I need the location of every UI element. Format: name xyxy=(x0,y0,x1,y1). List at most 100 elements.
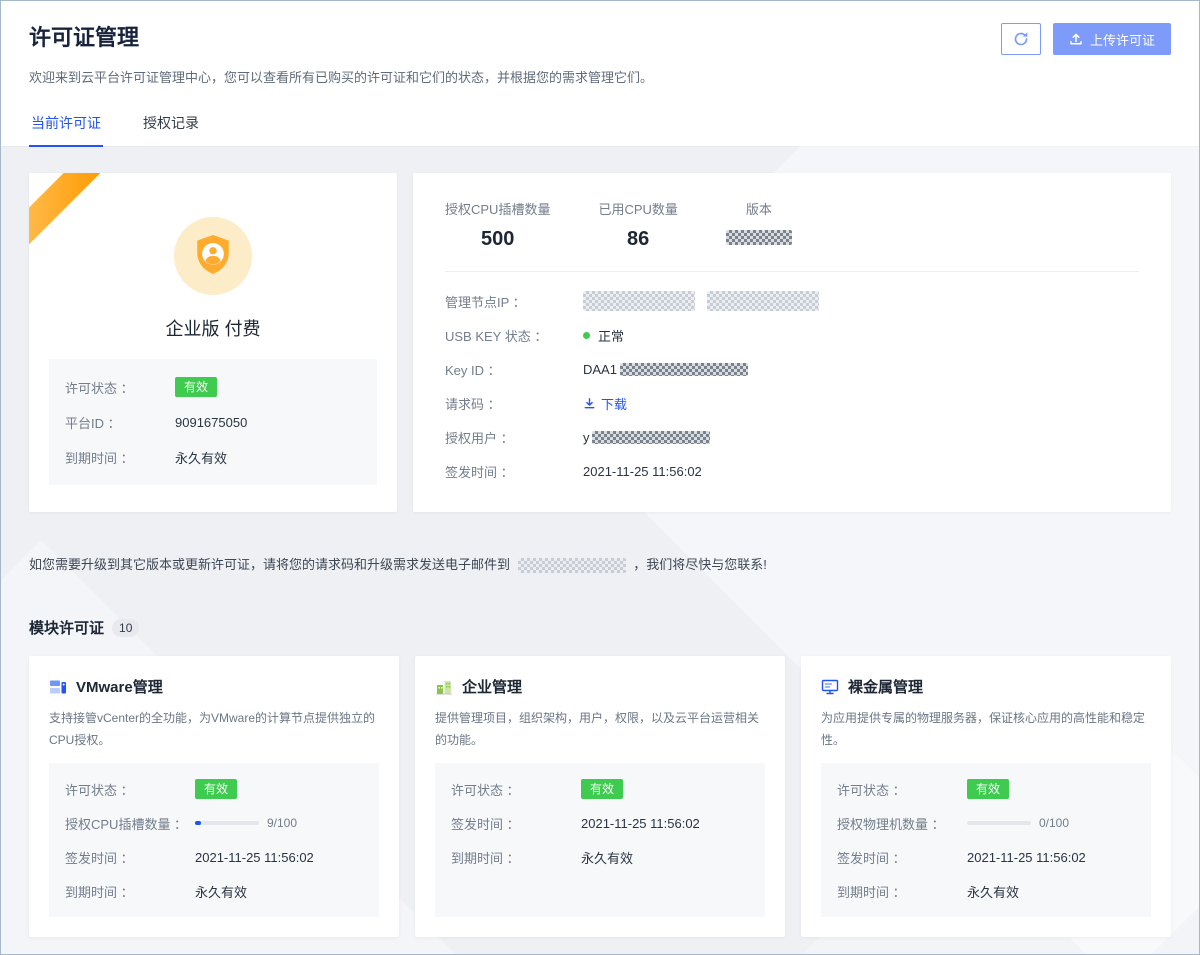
stat-version: 版本 xyxy=(726,199,792,251)
redacted-ip-1 xyxy=(583,291,695,311)
license-management-page: 许可证管理 xyxy=(1,1,1199,954)
platform-id-value: 9091675050 xyxy=(175,415,247,430)
vmware-module-icon xyxy=(49,678,67,696)
module-description: 为应用提供专属的物理服务器，保证核心应用的高性能和稳定性。 xyxy=(821,707,1151,751)
module-description: 支持接管vCenter的全功能，为VMware的计算节点提供独立的CPU授权。 xyxy=(49,707,379,751)
current-license-section: 企业版 付费 许可状态 ： 有效 平台ID ： 9091675050 到期时间 … xyxy=(29,173,1171,512)
license-edition: 企业版 付费 xyxy=(29,315,397,341)
module-status-badge: 有效 xyxy=(195,779,237,799)
upgrade-notice: 如您需要升级到其它版本或更新许可证，请将您的请求码和升级需求发送电子邮件到 ，我… xyxy=(29,554,1171,573)
quota-progress-text: 0/100 xyxy=(1039,816,1069,830)
module-issue-value: 2021-11-25 11:56:02 xyxy=(195,850,314,865)
license-detail-card: 授权CPU插槽数量 500 已用CPU数量 86 版本 管理节点IP ： xyxy=(413,173,1171,512)
module-quota-row: 授权物理机数量 ： 0/100 xyxy=(837,813,1135,833)
download-link-label: 下载 xyxy=(601,394,627,413)
stat-used-cpu-label: 已用CPU数量 xyxy=(598,199,677,218)
module-card-baremetal: 裸金属管理 为应用提供专属的物理服务器，保证核心应用的高性能和稳定性。 许可状态… xyxy=(801,656,1171,937)
download-request-code-link[interactable]: 下载 xyxy=(583,394,627,413)
redacted-key-id xyxy=(620,363,748,376)
quota-progress-text: 9/100 xyxy=(267,816,297,830)
module-status-badge: 有效 xyxy=(581,779,623,799)
module-expire-row: 到期时间 ： 永久有效 xyxy=(837,881,1135,901)
page-title: 许可证管理 xyxy=(29,23,139,53)
tab-authorization-records[interactable]: 授权记录 xyxy=(141,102,201,146)
stat-cpu-slots-label: 授权CPU插槽数量 xyxy=(445,199,550,218)
stat-version-label: 版本 xyxy=(726,199,792,218)
license-detail-rows: 管理节点IP ： USB KEY 状态 ： 正常 Key ID ： DAA1 xyxy=(445,272,1139,488)
module-card-vmware: VMware管理 支持接管vCenter的全功能，为VMware的计算节点提供独… xyxy=(29,656,399,937)
module-issue-value: 2021-11-25 11:56:02 xyxy=(967,850,1086,865)
module-quota-label: 授权物理机数量 ： xyxy=(837,814,967,833)
corner-ribbon xyxy=(29,173,105,250)
module-issue-label: 签发时间 ： xyxy=(65,848,195,867)
key-id-label: Key ID ： xyxy=(445,360,583,379)
module-expire-value: 永久有效 xyxy=(195,882,247,901)
auth-user-prefix: y xyxy=(583,430,590,445)
stat-used-cpu-value: 86 xyxy=(598,228,677,251)
usb-key-status-label: USB KEY 状态 ： xyxy=(445,326,583,345)
upload-license-button[interactable]: 上传许可证 xyxy=(1053,23,1171,55)
module-licenses-title: 模块许可证 xyxy=(29,617,104,638)
module-title: 企业管理 xyxy=(462,676,522,697)
auth-user-row: 授权用户 ： y xyxy=(445,420,1139,454)
usb-key-status-row: USB KEY 状态 ： 正常 xyxy=(445,318,1139,352)
module-status-row: 许可状态 ： 有效 xyxy=(65,779,363,799)
redacted-version-value xyxy=(726,230,792,245)
usb-key-status-value: 正常 xyxy=(598,326,624,345)
module-issue-label: 签发时间 ： xyxy=(837,848,967,867)
module-issue-row: 签发时间 ： 2021-11-25 11:56:02 xyxy=(451,813,749,833)
license-status-label: 许可状态 ： xyxy=(65,378,175,397)
module-status-badge: 有效 xyxy=(967,779,1009,799)
notice-text-after: ，我们将尽快与您联系! xyxy=(633,557,767,572)
management-ip-row: 管理节点IP ： xyxy=(445,284,1139,318)
header-actions: 上传许可证 xyxy=(1001,23,1171,55)
stat-used-cpu: 已用CPU数量 86 xyxy=(598,199,677,251)
issue-time-label: 签发时间 ： xyxy=(445,462,583,481)
license-stats: 授权CPU插槽数量 500 已用CPU数量 86 版本 xyxy=(445,199,1139,272)
module-expire-value: 永久有效 xyxy=(581,848,633,867)
status-dot-icon xyxy=(583,332,590,339)
quota-progress-bar xyxy=(967,821,1031,825)
request-code-label: 请求码 ： xyxy=(445,394,583,413)
expire-time-value: 永久有效 xyxy=(175,448,227,467)
platform-id-label: 平台ID ： xyxy=(65,413,175,432)
platform-id-row: 平台ID ： 9091675050 xyxy=(65,413,361,432)
module-expire-label: 到期时间 ： xyxy=(65,882,195,901)
module-quota-label: 授权CPU插槽数量 ： xyxy=(65,814,195,833)
redacted-auth-user xyxy=(592,431,710,444)
upload-button-label: 上传许可证 xyxy=(1090,30,1155,49)
stat-cpu-slots: 授权CPU插槽数量 500 xyxy=(445,199,550,251)
module-quota-row: 授权CPU插槽数量 ： 9/100 xyxy=(65,813,363,833)
module-issue-row: 签发时间 ： 2021-11-25 11:56:02 xyxy=(837,847,1135,867)
module-expire-row: 到期时间 ： 永久有效 xyxy=(451,847,749,867)
module-card-enterprise: 企业管理 提供管理项目，组织架构，用户，权限，以及云平台运营相关的功能。 许可状… xyxy=(415,656,785,937)
module-licenses-row: VMware管理 支持接管vCenter的全功能，为VMware的计算节点提供独… xyxy=(29,656,1171,937)
module-issue-row: 签发时间 ： 2021-11-25 11:56:02 xyxy=(65,847,363,867)
module-info-box: 许可状态 ： 有效 签发时间 ： 2021-11-25 11:56:02 到期时… xyxy=(435,763,765,917)
license-status-badge: 有效 xyxy=(175,377,217,397)
module-description: 提供管理项目，组织架构，用户，权限，以及云平台运营相关的功能。 xyxy=(435,707,765,751)
enterprise-module-icon xyxy=(435,678,453,696)
module-issue-value: 2021-11-25 11:56:02 xyxy=(581,816,700,831)
issue-time-row: 签发时间 ： 2021-11-25 11:56:02 xyxy=(445,454,1139,488)
tab-current-license[interactable]: 当前许可证 xyxy=(29,102,103,146)
module-status-row: 许可状态 ： 有效 xyxy=(837,779,1135,799)
license-summary-info: 许可状态 ： 有效 平台ID ： 9091675050 到期时间 ： 永久有效 xyxy=(49,359,377,485)
license-status-row: 许可状态 ： 有效 xyxy=(65,377,361,397)
module-count-badge: 10 xyxy=(112,619,139,637)
module-info-box: 许可状态 ： 有效 授权物理机数量 ： 0/100 签发时间 ： 2021-11… xyxy=(821,763,1151,917)
module-expire-label: 到期时间 ： xyxy=(837,882,967,901)
module-expire-row: 到期时间 ： 永久有效 xyxy=(65,881,363,901)
module-expire-label: 到期时间 ： xyxy=(451,848,581,867)
stat-cpu-slots-value: 500 xyxy=(445,228,550,251)
license-summary-card: 企业版 付费 许可状态 ： 有效 平台ID ： 9091675050 到期时间 … xyxy=(29,173,397,512)
quota-progress-bar xyxy=(195,821,259,825)
issue-time-value: 2021-11-25 11:56:02 xyxy=(583,464,702,479)
page-header: 许可证管理 xyxy=(1,1,1199,102)
refresh-button[interactable] xyxy=(1001,23,1041,55)
module-title: VMware管理 xyxy=(76,676,163,697)
redacted-email xyxy=(518,558,626,573)
module-status-row: 许可状态 ： 有效 xyxy=(451,779,749,799)
expire-time-row: 到期时间 ： 永久有效 xyxy=(65,448,361,467)
module-issue-label: 签发时间 ： xyxy=(451,814,581,833)
